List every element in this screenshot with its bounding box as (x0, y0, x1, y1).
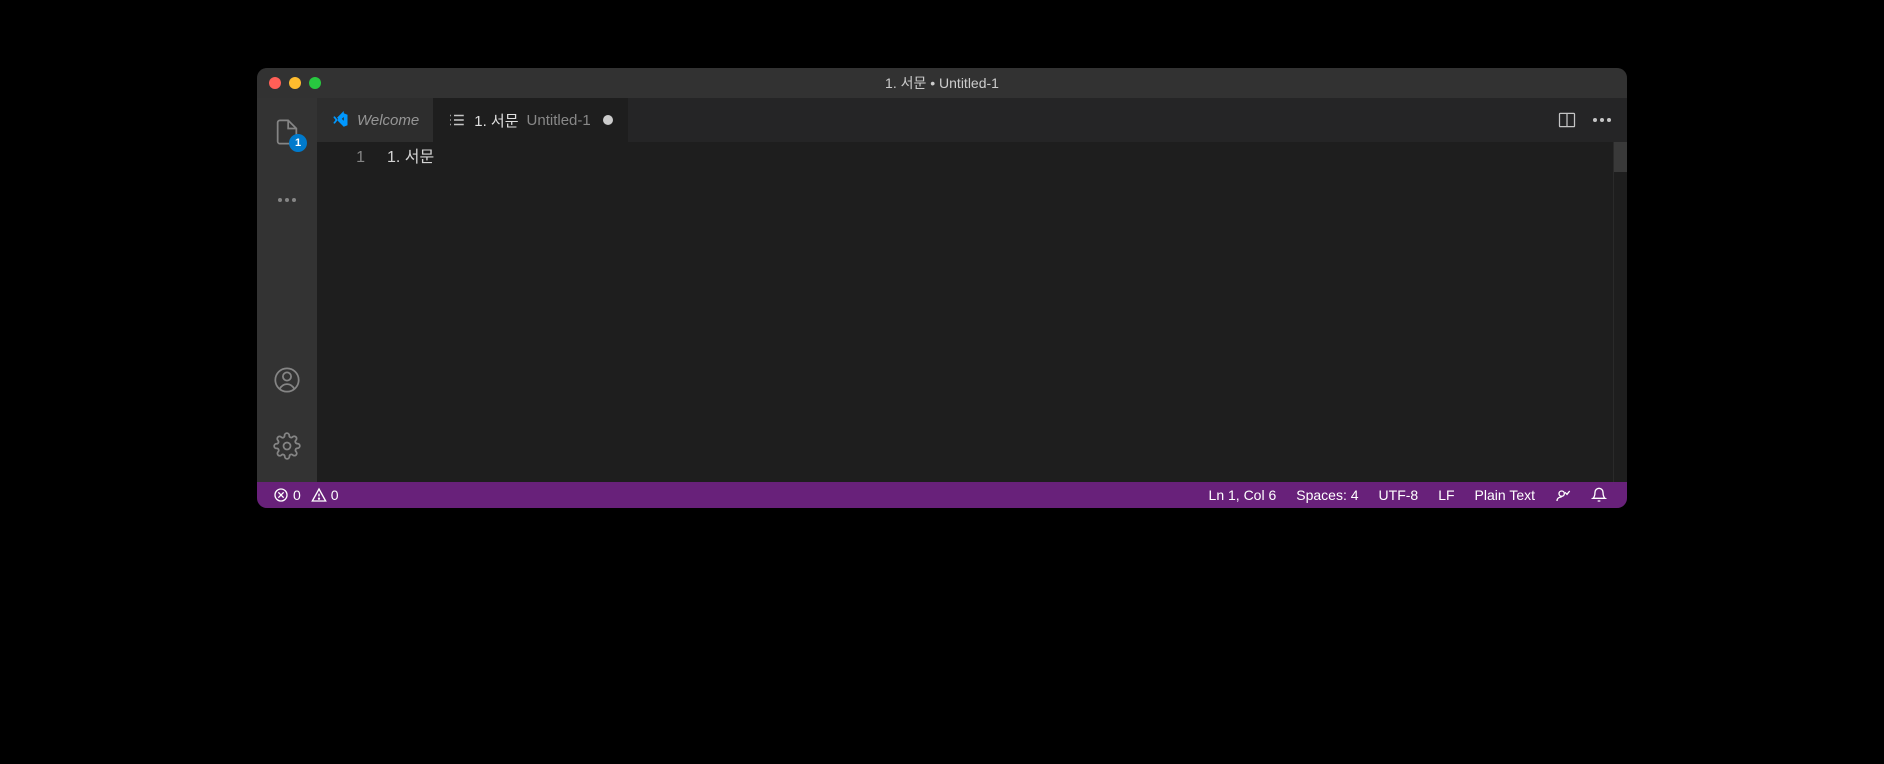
editor-content[interactable]: 1 1. 서문 (317, 142, 1627, 482)
status-right: Ln 1, Col 6 Spaces: 4 UTF-8 LF Plain Tex… (1199, 487, 1617, 503)
status-language[interactable]: Plain Text (1465, 487, 1545, 503)
status-cursor[interactable]: Ln 1, Col 6 (1199, 487, 1287, 503)
ellipsis-icon (1593, 118, 1611, 122)
tab-file-title: 1. 서문 (474, 110, 518, 131)
vscode-icon (331, 111, 349, 129)
tab-welcome-label: Welcome (357, 112, 419, 129)
status-notifications[interactable] (1581, 487, 1617, 503)
activity-bar-top: 1 (263, 108, 311, 356)
tab-file-subtitle: Untitled-1 (527, 112, 591, 129)
explorer-badge: 1 (289, 134, 307, 152)
window-body: 1 (257, 98, 1627, 482)
editor-area: Welcome 1. 서문 Untitled-1 (317, 98, 1627, 482)
list-icon (448, 111, 466, 129)
account-icon (273, 366, 301, 394)
dirty-indicator-icon[interactable] (603, 115, 613, 125)
tab-actions (1541, 98, 1627, 142)
scrollbar-thumb[interactable] (1614, 142, 1627, 172)
maximize-window-button[interactable] (309, 77, 321, 89)
status-problems[interactable]: 0 0 (267, 487, 345, 503)
minimize-window-button[interactable] (289, 77, 301, 89)
statusbar: 0 0 Ln 1, Col 6 Spaces: 4 UTF-8 LF Plain… (257, 482, 1627, 508)
scrollbar[interactable] (1613, 142, 1627, 482)
code-area[interactable]: 1. 서문 (387, 142, 1613, 482)
settings-activity[interactable] (263, 422, 311, 470)
warning-count: 0 (331, 487, 339, 503)
bell-icon (1591, 487, 1607, 503)
tabs-row: Welcome 1. 서문 Untitled-1 (317, 98, 1627, 142)
activity-bar-bottom (263, 356, 311, 482)
vscode-window: 1. 서문 • Untitled-1 1 (257, 68, 1627, 508)
status-feedback[interactable] (1545, 487, 1581, 503)
activity-bar: 1 (257, 98, 317, 482)
error-count: 0 (293, 487, 301, 503)
warning-icon (311, 487, 327, 503)
split-icon (1557, 110, 1577, 130)
status-left: 0 0 (267, 487, 345, 503)
line-number: 1 (317, 144, 365, 172)
accounts-activity[interactable] (263, 356, 311, 404)
status-eol[interactable]: LF (1428, 487, 1464, 503)
titlebar[interactable]: 1. 서문 • Untitled-1 (257, 68, 1627, 98)
tab-welcome[interactable]: Welcome (317, 98, 434, 142)
line-number-gutter: 1 (317, 142, 387, 482)
feedback-icon (1555, 487, 1571, 503)
code-line[interactable]: 1. 서문 (387, 144, 1613, 172)
traffic-lights (269, 77, 321, 89)
status-encoding[interactable]: UTF-8 (1369, 487, 1429, 503)
window-title: 1. 서문 • Untitled-1 (885, 73, 999, 93)
close-window-button[interactable] (269, 77, 281, 89)
gear-icon (273, 432, 301, 460)
error-icon (273, 487, 289, 503)
tab-untitled-file[interactable]: 1. 서문 Untitled-1 (434, 98, 627, 142)
more-activity[interactable] (263, 176, 311, 224)
ellipsis-icon (278, 198, 296, 202)
status-indentation[interactable]: Spaces: 4 (1286, 487, 1368, 503)
explorer-activity[interactable]: 1 (263, 108, 311, 156)
split-editor-button[interactable] (1557, 110, 1577, 130)
more-actions-button[interactable] (1593, 118, 1611, 122)
